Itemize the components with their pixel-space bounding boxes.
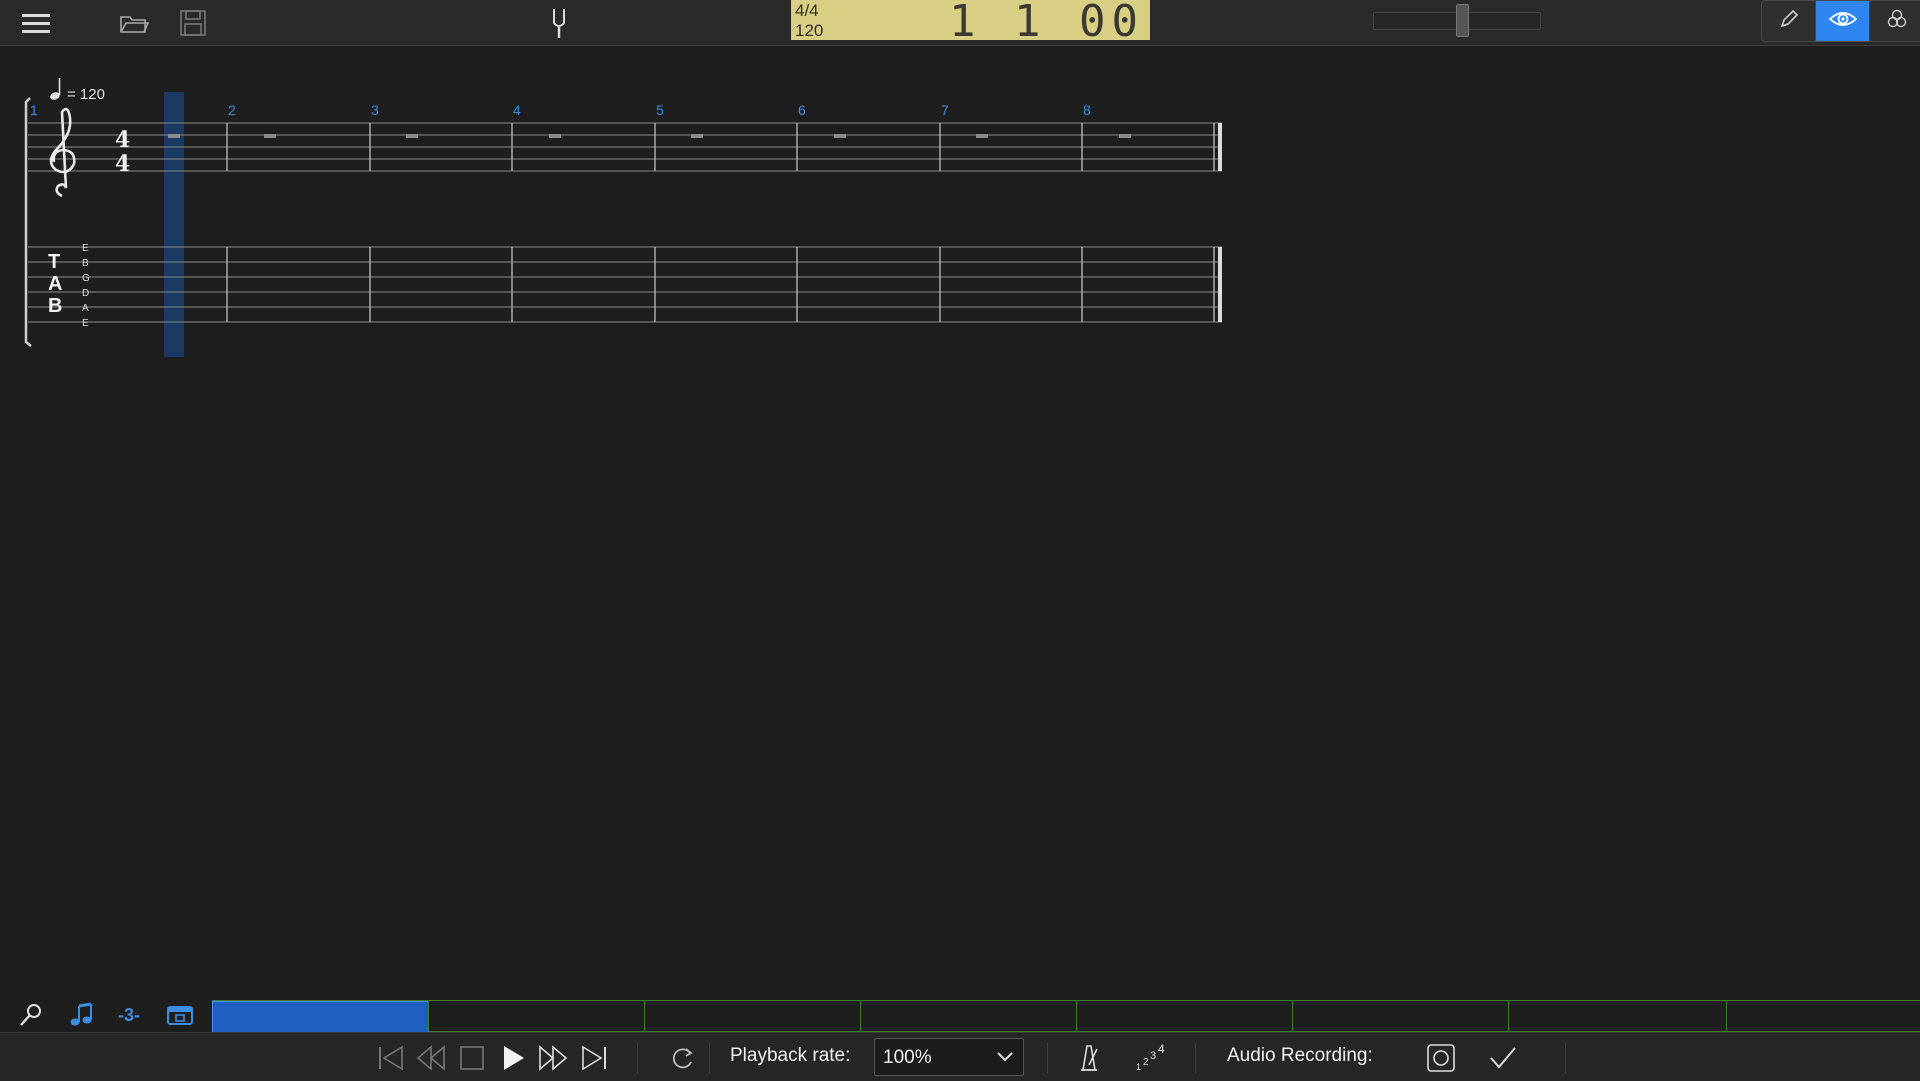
tab-staff [28,246,1222,323]
timeline-bar[interactable] [1076,1001,1293,1031]
tempo-marking: = 120 [50,78,105,103]
whole-rest [406,134,418,138]
transport-bar: Playback rate: 100% 1234 Audio Recording… [0,1032,1920,1081]
tab-label-letter: A [48,273,62,295]
playback-cursor [164,92,184,357]
measure-number: 5 [656,102,664,118]
timeline-bar[interactable] [644,1001,861,1031]
stop-icon[interactable] [455,1041,489,1075]
track-strip: -3- [0,996,1920,1033]
treble-clef [49,107,76,198]
time-sig-bottom: 4 [115,151,130,177]
measure-number: 6 [798,102,806,118]
string-name: B [82,258,89,269]
top-toolbar: 4/4 120 1 1 00 [0,0,1920,47]
whole-rest [834,134,846,138]
string-name: G [82,273,90,284]
whole-rest [1119,134,1131,138]
loop-icon[interactable] [665,1041,699,1075]
chevron-down-icon [995,1045,1015,1072]
measure-number: 8 [1083,102,1091,118]
triplet-label: -3- [118,1004,140,1025]
metronome-icon[interactable] [1072,1041,1106,1075]
fast-forward-icon[interactable] [536,1041,570,1075]
string-name: E [82,243,89,254]
edit-mode-button[interactable] [1762,1,1816,41]
svg-text:2: 2 [1143,1057,1149,1068]
position-display: 4/4 120 1 1 00 [791,0,1150,47]
svg-text:4: 4 [1158,1043,1165,1056]
standard-staff [28,122,1222,172]
pencil-icon [1778,8,1800,35]
whole-rest [168,134,180,138]
final-barline [1218,123,1222,171]
whole-rest [691,134,703,138]
tuning-fork-icon[interactable] [541,5,577,41]
time-signature-readout: 4/4 [795,1,819,20]
svg-text:1: 1 [1136,1062,1141,1072]
timeline-bar[interactable] [428,1001,645,1031]
triplet-icon[interactable]: -3- [114,1000,144,1030]
measure-number: 2 [228,102,236,118]
svg-text:3: 3 [1150,1050,1156,1062]
zoom-slider-thumb[interactable] [1456,4,1469,37]
tab-barlines [226,247,1215,322]
tab-label-letter: B [48,295,62,317]
position-readout: 1 1 00 [949,0,1144,47]
skip-to-start-icon[interactable] [374,1041,408,1075]
count-in-icon[interactable]: 1234 [1134,1041,1168,1075]
separator [1047,1043,1048,1073]
separator [1565,1043,1566,1073]
string-name: A [82,303,89,314]
view-mode-button[interactable] [1816,1,1870,41]
whole-rest [549,134,561,138]
checkmark-icon[interactable] [1486,1041,1520,1075]
folder-icon[interactable] [116,5,152,41]
rewind-icon[interactable] [414,1041,448,1075]
playback-rate-label: Playback rate: [730,1045,851,1066]
track-view-icon[interactable] [165,1000,195,1030]
hamburger-icon[interactable] [18,5,54,41]
measure-number: 1 [30,102,38,118]
record-icon[interactable] [1424,1041,1458,1075]
note-icon[interactable] [66,1000,96,1030]
whole-rest [264,134,276,138]
measure-number: 4 [513,102,521,118]
separator [1195,1043,1196,1073]
tab-final-barline [1218,247,1222,322]
string-name: E [82,318,89,329]
playback-rate-select[interactable]: 100% [874,1038,1024,1076]
timeline-bar[interactable] [1726,1001,1920,1031]
play-icon[interactable] [496,1041,530,1075]
tempo-marking-text: = 120 [67,86,105,103]
eye-icon [1828,9,1858,34]
mode-switcher [1761,0,1920,42]
tab-label-letter: T [48,251,60,273]
timeline-bar[interactable] [1292,1001,1509,1031]
timeline-bar[interactable] [1508,1001,1725,1031]
string-name: D [82,288,89,299]
timeline-bar[interactable] [212,1001,429,1033]
track-timeline[interactable] [212,1000,1920,1033]
playback-rate-value: 100% [883,1047,932,1068]
separator [709,1043,710,1073]
skip-to-end-icon[interactable] [577,1041,611,1075]
whole-rest [976,134,988,138]
cubes-icon [1886,8,1908,35]
score-canvas[interactable]: = 120 4 4 1 2 3 4 5 6 7 8 T A B E B G D … [0,46,1920,996]
measure-number: 7 [941,102,949,118]
time-sig-top: 4 [115,127,130,153]
magnifier-icon[interactable] [16,1000,46,1030]
audio-recording-label: Audio Recording: [1227,1045,1373,1066]
instruments-mode-button[interactable] [1870,1,1920,41]
floppy-disk-icon[interactable] [175,5,211,41]
separator [637,1043,638,1073]
measure-number: 3 [371,102,379,118]
tempo-readout: 120 [795,21,824,40]
timeline-bar[interactable] [860,1001,1077,1031]
